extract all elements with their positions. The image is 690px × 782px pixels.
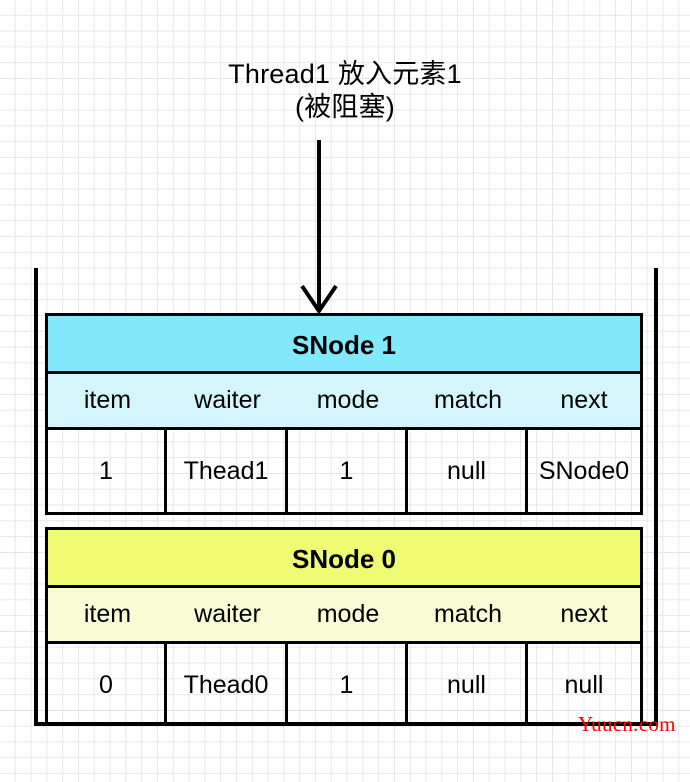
snode-1-value-mode: 1 bbox=[288, 430, 408, 512]
snode-1-field-match: match bbox=[433, 386, 503, 414]
snode-0-value-match: null bbox=[408, 644, 528, 726]
snode-0-value-row: 0 Thead0 1 null null bbox=[48, 644, 640, 726]
snode-0-value-waiter: Thead0 bbox=[167, 644, 288, 726]
snode-1-value-row: 1 Thead1 1 null SNode0 bbox=[48, 430, 640, 512]
snode-1-field-next: next bbox=[560, 386, 608, 414]
snode-1-value-match: null bbox=[408, 430, 528, 512]
snode-0-value-item: 0 bbox=[48, 644, 167, 726]
snode-0-title: SNode 0 bbox=[48, 530, 640, 588]
snode-1-field-item: item bbox=[83, 386, 132, 414]
snode-0-field-waiter: waiter bbox=[194, 600, 261, 628]
snode-1-field-mode: mode bbox=[316, 386, 380, 414]
snode-1-title: SNode 1 bbox=[48, 316, 640, 374]
snode-0-field-next: next bbox=[560, 600, 608, 628]
watermark: Yuucn.com bbox=[578, 712, 676, 736]
snode-0-field-match: match bbox=[433, 600, 503, 628]
snode-1-value-next: SNode0 bbox=[538, 456, 630, 485]
snode-1-field-waiter: waiter bbox=[194, 386, 261, 414]
snode-0-table: SNode 0 item waiter mode match next 0 Th… bbox=[45, 527, 643, 726]
downward-arrow-icon bbox=[292, 140, 348, 320]
diagram-canvas: Thread1 放入元素1 (被阻塞) SNode 1 item waiter … bbox=[0, 0, 690, 782]
snode-1-field-row: item waiter mode match next bbox=[48, 374, 640, 430]
snode-1-value-item: 1 bbox=[48, 430, 167, 512]
snode-0-field-mode: mode bbox=[316, 600, 380, 628]
snode-1-table: SNode 1 item waiter mode match next 1 Th… bbox=[45, 313, 643, 515]
bracket-left-edge bbox=[34, 268, 38, 726]
snode-1-value-waiter: Thead1 bbox=[167, 430, 288, 512]
snode-0-field-row: item waiter mode match next bbox=[48, 588, 640, 644]
snode-0-value-mode: 1 bbox=[288, 644, 408, 726]
bracket-right-edge bbox=[654, 268, 658, 726]
title-line-2: (被阻塞) bbox=[295, 91, 395, 122]
snode-0-field-item: item bbox=[83, 600, 132, 628]
diagram-title: Thread1 放入元素1 (被阻塞) bbox=[0, 58, 690, 124]
title-line-1: Thread1 放入元素1 bbox=[228, 59, 462, 89]
